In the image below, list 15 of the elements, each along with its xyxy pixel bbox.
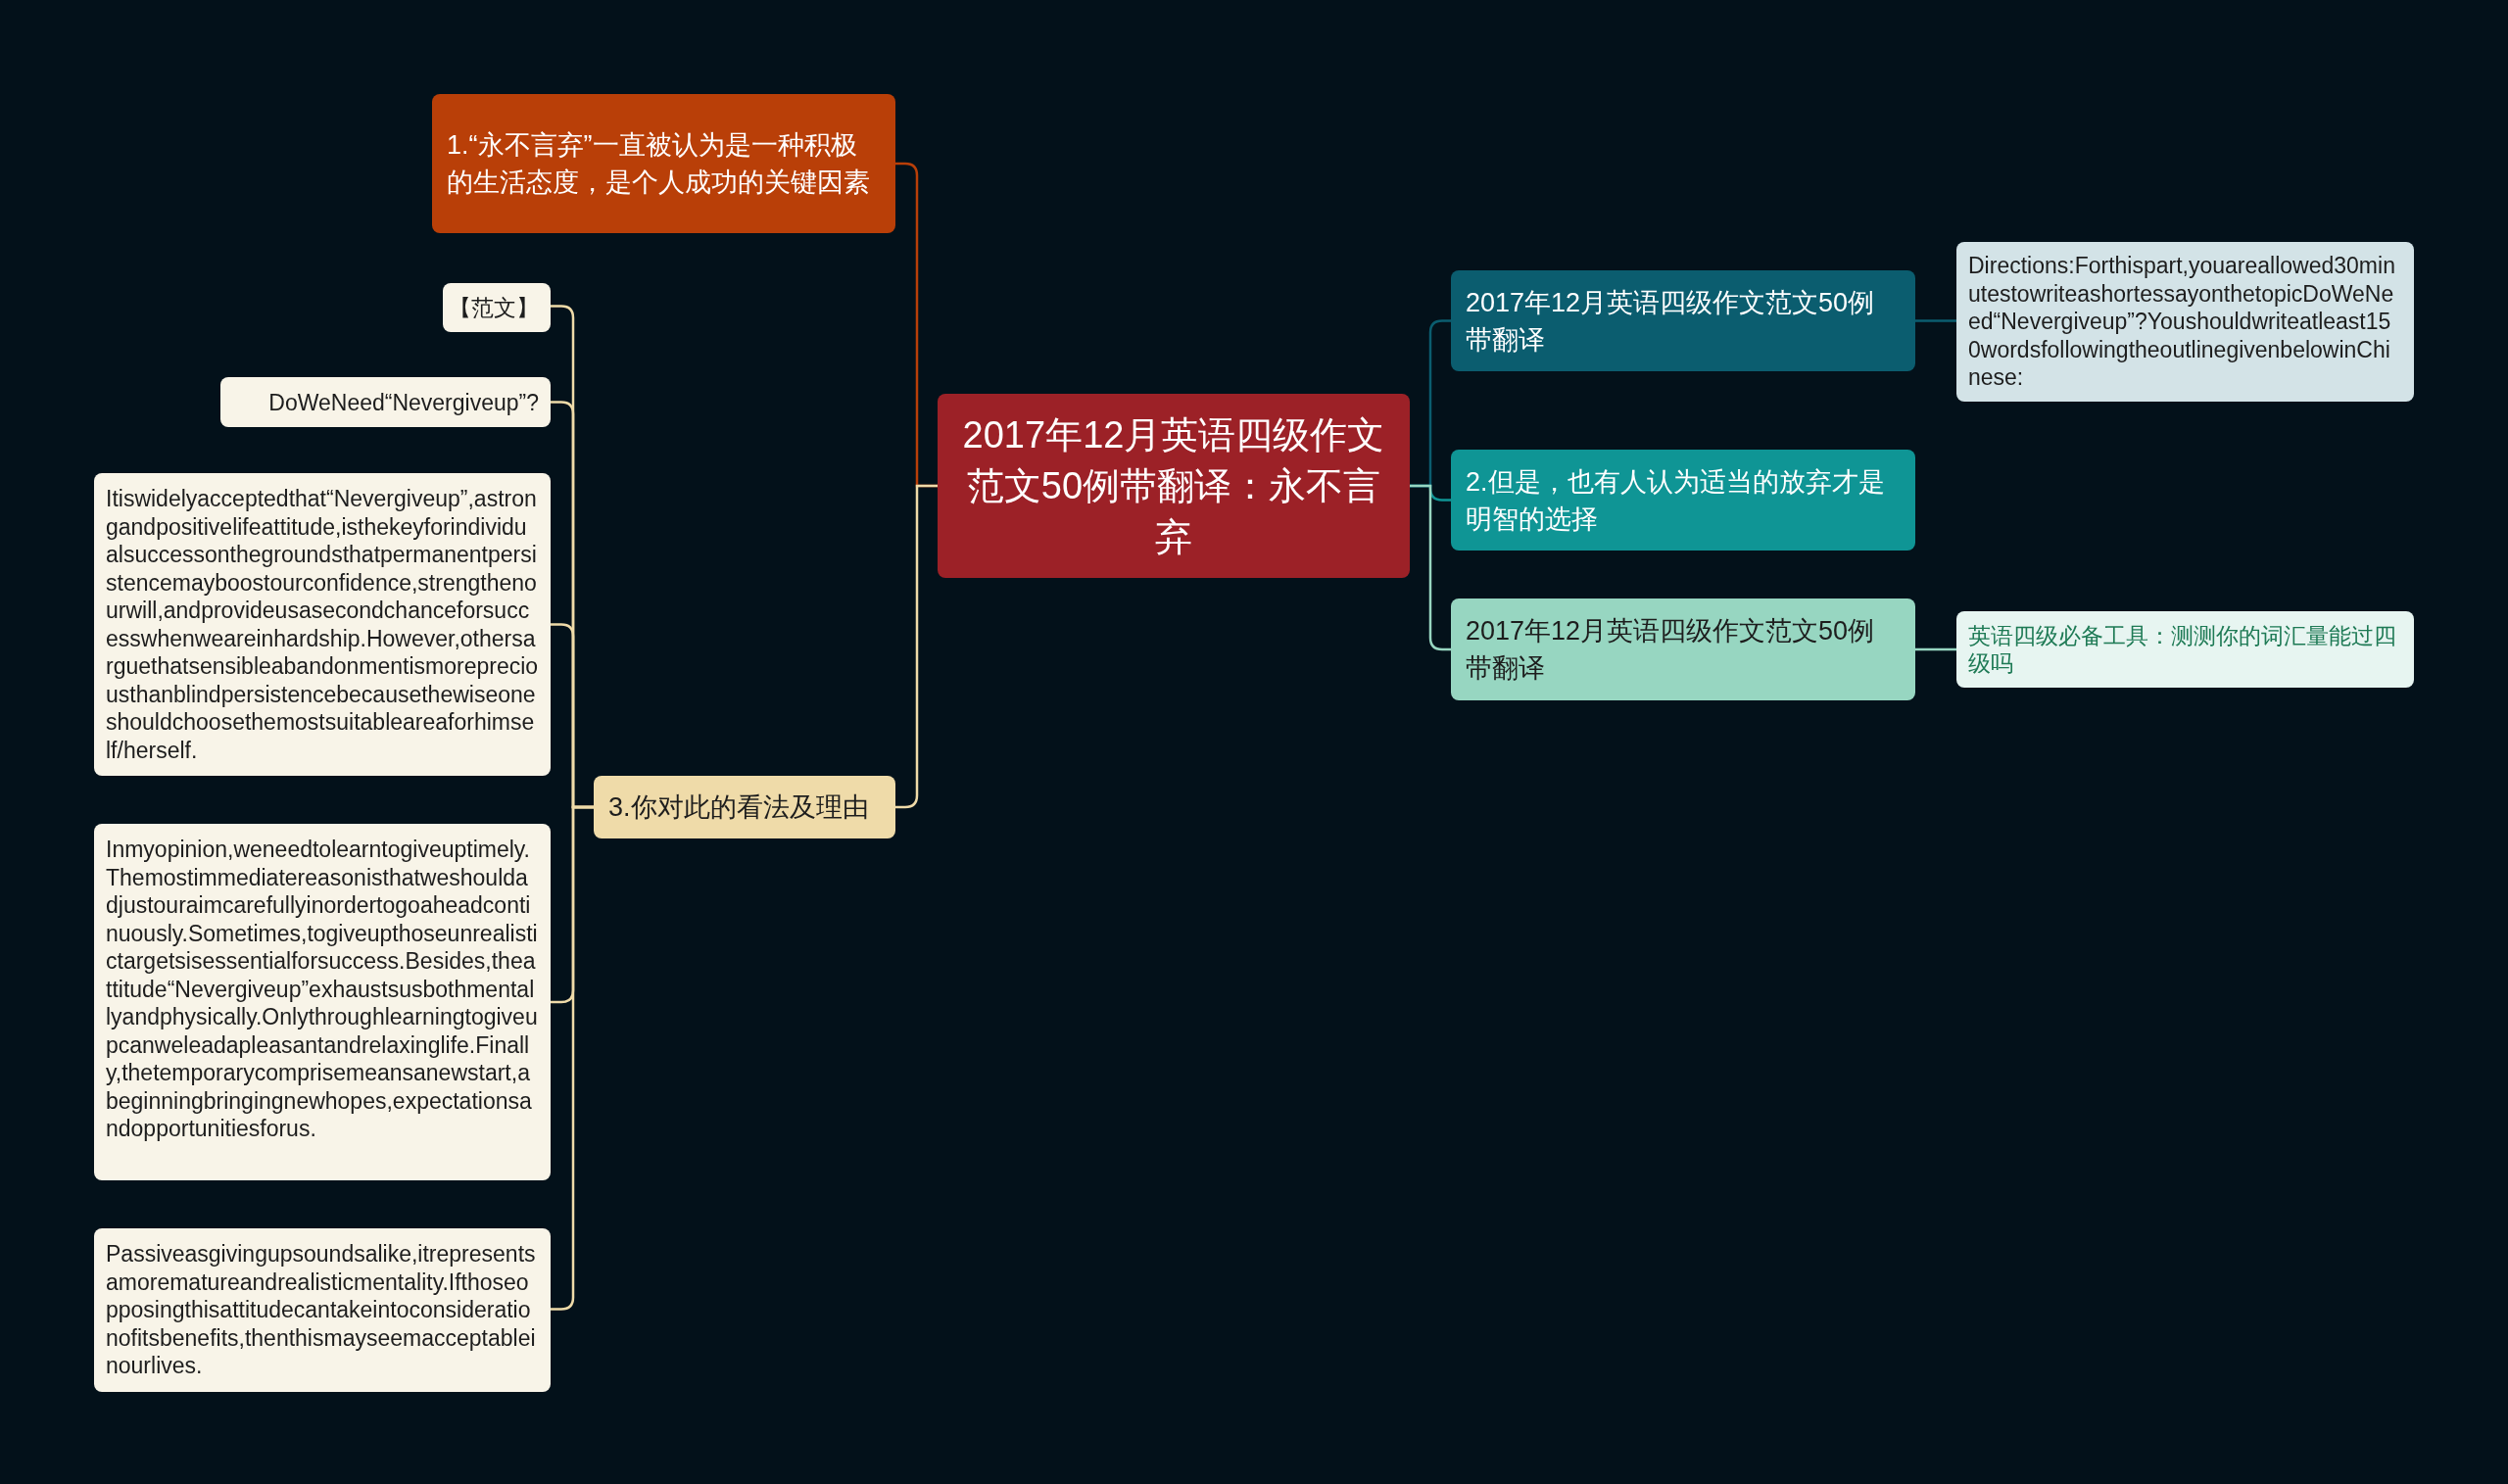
branch-topic[interactable]: 3.你对此的看法及理由	[594, 776, 895, 838]
root-topic[interactable]: 2017年12月英语四级作文范文50例带翻译：永不言弃	[938, 394, 1410, 578]
text-card[interactable]: Itiswidelyacceptedthat“Nevergiveup”,astrongandpositivelifeattitude,isthekeyforindividualsuccessonthegroundsthatpermanentpersistencemayboostourconfidence,strengthenourwill,andprovideusasecondchanceforsuccesswhenweareinhardship.However,othersarguethatsensibleabandonmentismorepreciousthanblindpersistencebecausethewiseoneshouldchoosethemostsuitableareaforhimself/herself.	[94, 473, 551, 776]
connector-line	[1915, 647, 1956, 651]
branch-topic[interactable]: 2017年12月英语四级作文范文50例带翻译	[1451, 598, 1915, 700]
branch-topic[interactable]: 2.但是，也有人认为适当的放弃才是明智的选择	[1451, 450, 1915, 551]
text-card[interactable]: Inmyopinion,weneedtolearntogiveuptimely.Themostimmediatereasonisthatweshouldadjustouraimcarefullyinordertogoaheadcontinuously.Sometimes,togiveupthoseunrealistictargetsisessentialforsuccess.Besides,theattitude“Nevergiveup”exhaustsusbothmentallyandphysically.Onlythroughlearningtogiveupcanweleadapleasantandrelaxinglife.Finally,thetemporarycomprisemeansanewstart,abeginningbringingnewhopes,expectationsandopportunitiesforus.	[94, 824, 551, 1180]
note-card[interactable]: 英语四级必备工具：测测你的词汇量能过四级吗	[1956, 611, 2414, 688]
branch-topic[interactable]: 1.“永不言弃”一直被认为是一种积极的生活态度，是个人成功的关键因素	[432, 94, 895, 233]
text-card[interactable]: DoWeNeed“Nevergiveup”?	[220, 377, 551, 427]
connector-line	[1915, 319, 1956, 322]
text-card[interactable]: 【范文】	[443, 283, 551, 332]
text-card[interactable]: Passiveasgivingupsoundsalike,itrepresentsamorematureandrealisticmentality.Ifthoseopposingthisattitudecantakeintoconsiderationofitsbenefits,thenthismayseemacceptableinourlives.	[94, 1228, 551, 1392]
note-card[interactable]: Directions:Forthispart,youareallowed30minutestowriteashortessayonthetopicDoWeNeed“Nevergiveup”?Youshouldwriteatleast150wordsfollowingtheoutlinegivenbelowinChinese:	[1956, 242, 2414, 402]
branch-topic[interactable]: 2017年12月英语四级作文范文50例带翻译	[1451, 270, 1915, 371]
